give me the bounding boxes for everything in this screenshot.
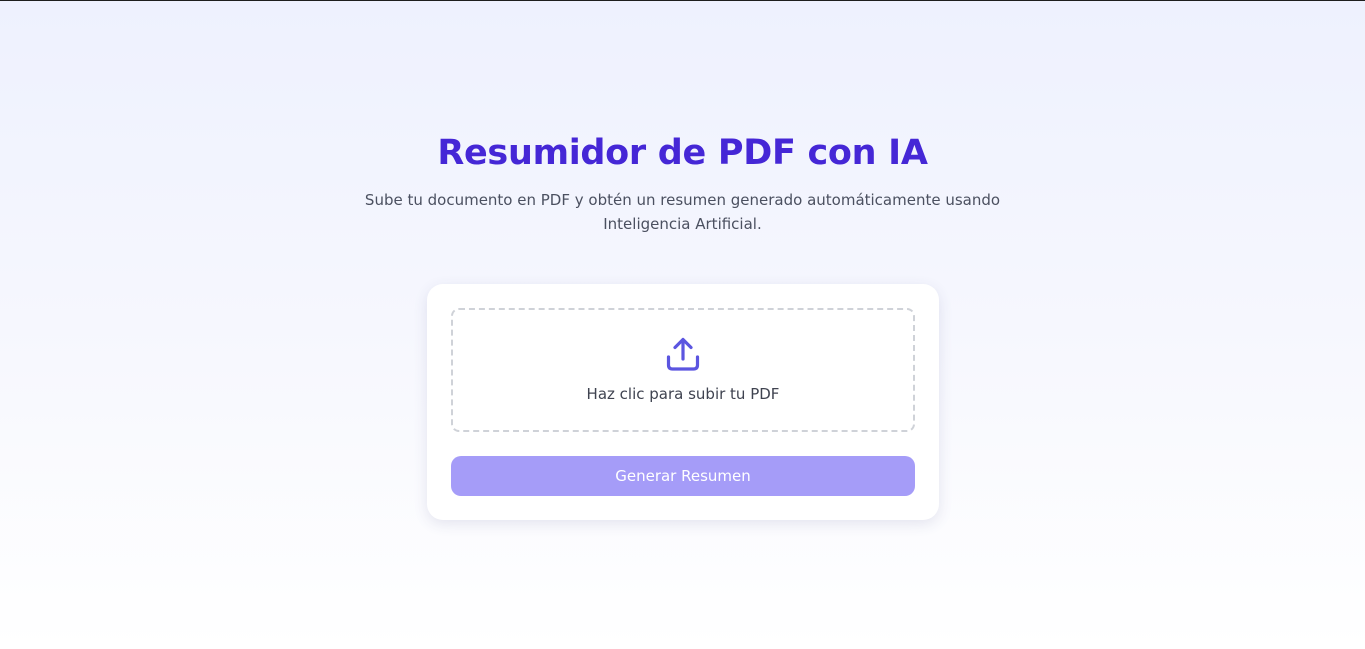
generate-summary-button[interactable]: Generar Resumen bbox=[451, 456, 915, 496]
upload-card: Haz clic para subir tu PDF Generar Resum… bbox=[427, 284, 939, 520]
pdf-upload-dropzone[interactable]: Haz clic para subir tu PDF bbox=[451, 308, 915, 432]
page-header: Resumidor de PDF con IA Sube tu document… bbox=[0, 130, 1365, 236]
page-title: Resumidor de PDF con IA bbox=[437, 133, 928, 173]
page-subtitle: Sube tu documento en PDF y obtén un resu… bbox=[364, 191, 1001, 233]
upload-label: Haz clic para subir tu PDF bbox=[586, 385, 780, 403]
upload-icon bbox=[666, 337, 700, 371]
window-top-border bbox=[0, 0, 1365, 1]
